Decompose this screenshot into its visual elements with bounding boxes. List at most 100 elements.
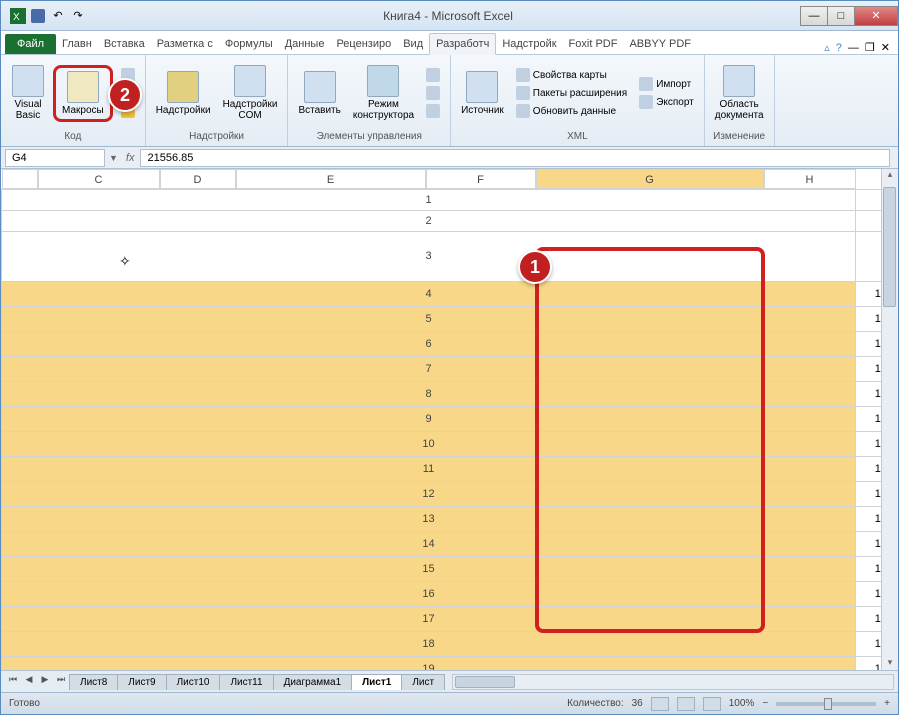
sheet-nav-last-icon[interactable]: ⏭ <box>53 674 69 690</box>
row-header[interactable]: 12 <box>2 481 856 506</box>
tab-formulas[interactable]: Формулы <box>219 34 279 54</box>
cell[interactable]: 1985 <box>856 281 882 306</box>
col-header-g[interactable]: G <box>536 169 764 189</box>
window-minimize-icon[interactable]: — <box>848 42 859 54</box>
horizontal-scrollbar[interactable] <box>452 674 894 690</box>
tab-view[interactable]: Вид <box>397 34 429 54</box>
zoom-in-button[interactable]: + <box>884 698 890 709</box>
cell[interactable]: 1978 <box>856 481 882 506</box>
redo-icon[interactable]: ↷ <box>69 7 87 25</box>
namebox-dropdown-icon[interactable]: ▼ <box>109 153 118 163</box>
zoom-out-button[interactable]: − <box>762 698 768 709</box>
minimize-ribbon-icon[interactable]: ▵ <box>824 41 830 54</box>
name-box[interactable]: G4 <box>5 149 105 167</box>
view-normal-button[interactable] <box>651 697 669 711</box>
view-layout-button[interactable] <box>677 697 695 711</box>
addins-button[interactable]: Надстройки <box>152 69 215 118</box>
expansion-packs-button[interactable]: Пакеты расширения <box>512 85 631 101</box>
map-properties-button[interactable]: Свойства карты <box>512 67 631 83</box>
sheet-tab[interactable]: Лист10 <box>166 674 221 690</box>
design-mode-button[interactable]: Режим конструктора <box>349 63 418 123</box>
record-macro-button[interactable] <box>117 67 139 83</box>
row-header[interactable]: 18 <box>2 631 856 656</box>
macro-security-button[interactable] <box>117 103 139 119</box>
minimize-button[interactable]: — <box>800 6 828 26</box>
col-header-e[interactable]: E <box>236 169 426 189</box>
scroll-thumb[interactable] <box>883 187 896 307</box>
tab-foxit[interactable]: Foxit PDF <box>563 34 624 54</box>
tab-addins[interactable]: Надстройк <box>496 34 562 54</box>
sheet-tab[interactable]: Лист11 <box>219 674 273 690</box>
cell[interactable]: 1987 <box>856 531 882 556</box>
row-header[interactable]: 2 <box>2 211 856 232</box>
source-button[interactable]: Источник <box>457 69 508 118</box>
cell[interactable]: 1973 <box>856 306 882 331</box>
import-button[interactable]: Импорт <box>635 76 698 92</box>
cell[interactable]: Дата рождения <box>856 232 882 282</box>
cell[interactable]: 1973 <box>856 606 882 631</box>
cell[interactable]: 1969 <box>856 356 882 381</box>
visual-basic-button[interactable]: Visual Basic <box>7 63 49 123</box>
sheet-tab[interactable]: Лист9 <box>117 674 166 690</box>
sheet-tab[interactable]: Лист1 <box>351 674 402 690</box>
row-header[interactable]: 6 <box>2 331 856 356</box>
row-header[interactable]: 7 <box>2 356 856 381</box>
tab-review[interactable]: Рецензиро <box>330 34 397 54</box>
sheet-nav-next-icon[interactable]: ▶ <box>37 674 53 690</box>
sheet-tab[interactable]: Диаграмма1 <box>273 674 353 690</box>
window-restore-icon[interactable]: ❐ <box>865 41 875 54</box>
help-icon[interactable]: ? <box>836 42 842 54</box>
refresh-data-button[interactable]: Обновить данные <box>512 103 631 119</box>
cell[interactable]: 1978 <box>856 331 882 356</box>
view-code-button[interactable] <box>422 85 444 101</box>
tab-file[interactable]: Файл <box>5 34 56 54</box>
tab-data[interactable]: Данные <box>279 34 331 54</box>
tab-home[interactable]: Главн <box>56 34 98 54</box>
row-header[interactable]: 16 <box>2 581 856 606</box>
scroll-thumb[interactable] <box>455 676 515 688</box>
close-button[interactable]: ✕ <box>854 6 898 26</box>
row-header[interactable]: 8 <box>2 381 856 406</box>
cell[interactable]: 1985 <box>856 581 882 606</box>
row-header[interactable]: 5 <box>2 306 856 331</box>
window-close-icon[interactable]: ✕ <box>881 41 890 54</box>
cell[interactable]: 1985 <box>856 431 882 456</box>
fx-icon[interactable]: fx <box>126 152 135 164</box>
cell[interactable]: 1969 <box>856 656 882 670</box>
row-header[interactable]: 3 <box>2 232 856 282</box>
export-button[interactable]: Экспорт <box>635 94 698 110</box>
tab-developer[interactable]: Разработч <box>429 33 496 55</box>
row-header[interactable]: 19 <box>2 656 856 670</box>
save-icon[interactable] <box>29 7 47 25</box>
spreadsheet-grid[interactable]: C D E F G H 1 2 3 Дата рождения Пол Кате… <box>1 169 881 670</box>
insert-controls-button[interactable]: Вставить <box>294 69 344 118</box>
sheet-tab[interactable]: Лист <box>401 674 445 690</box>
cell[interactable]: 1981 <box>856 406 882 431</box>
formula-bar[interactable]: 21556.85 <box>140 149 890 167</box>
row-header[interactable]: 4 <box>2 281 856 306</box>
col-header-h[interactable]: H <box>764 169 856 189</box>
select-all-corner[interactable] <box>2 169 38 189</box>
row-header[interactable]: 17 <box>2 606 856 631</box>
cell[interactable]: 1978 <box>856 631 882 656</box>
run-dialog-button[interactable] <box>422 103 444 119</box>
tab-layout[interactable]: Разметка с <box>151 34 219 54</box>
maximize-button[interactable]: □ <box>827 6 855 26</box>
zoom-slider[interactable] <box>776 702 876 706</box>
com-addins-button[interactable]: Надстройки COM <box>219 63 282 123</box>
col-header-f[interactable]: F <box>426 169 536 189</box>
row-header[interactable]: 15 <box>2 556 856 581</box>
row-header[interactable]: 14 <box>2 531 856 556</box>
row-header[interactable]: 10 <box>2 431 856 456</box>
tab-abbyy[interactable]: ABBYY PDF <box>623 34 697 54</box>
macros-button[interactable]: Макросы <box>58 69 108 118</box>
vertical-scrollbar[interactable]: ▴ ▾ <box>881 169 898 670</box>
col-header-c[interactable]: C <box>38 169 160 189</box>
sheet-nav-first-icon[interactable]: ⏮ <box>5 674 21 690</box>
cell[interactable]: 1981 <box>856 556 882 581</box>
col-header-d[interactable]: D <box>160 169 236 189</box>
row-header[interactable]: 1 <box>2 190 856 211</box>
sheet-tab[interactable]: Лист8 <box>69 674 118 690</box>
cell[interactable]: 1969 <box>856 506 882 531</box>
cell[interactable]: 1973 <box>856 456 882 481</box>
